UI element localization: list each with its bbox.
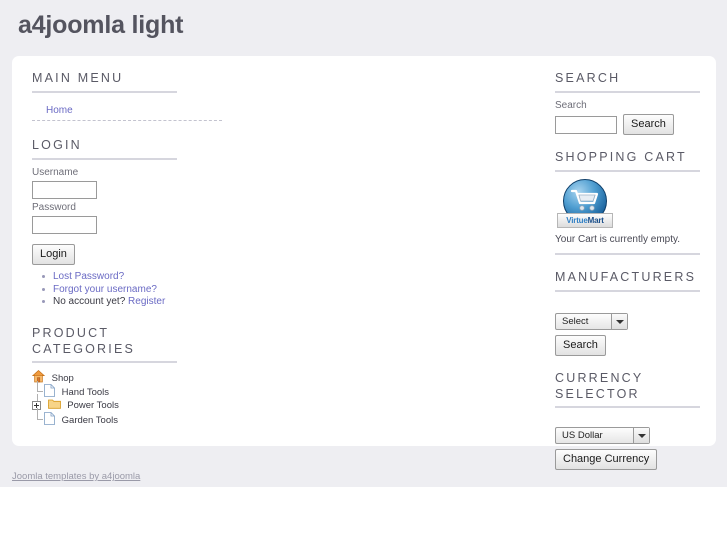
- forgot-username-link[interactable]: Forgot your username?: [53, 284, 157, 295]
- main-menu-list: Home: [32, 100, 222, 121]
- login-links-list: Lost Password? Forgot your username? No …: [32, 271, 222, 309]
- search-row: Search: [555, 114, 715, 135]
- category-tree: Shop Hand Tools Power Tools Garden Tools: [31, 369, 222, 426]
- right-sidebar: SEARCH Search Search SHOPPING CART Virtu…: [555, 70, 715, 484]
- manufacturer-select-value: Select: [562, 316, 589, 327]
- login-title: LOGIN: [32, 138, 82, 152]
- username-input[interactable]: [32, 181, 97, 199]
- register-prefix-text: No account yet?: [53, 296, 126, 307]
- content-container: MAIN MENU Home LOGIN Username Password L…: [12, 56, 716, 470]
- main-menu-title: MAIN MENU: [32, 71, 124, 85]
- virtuemart-wordmark-mart: Mart: [587, 216, 604, 225]
- list-item-forgot-username[interactable]: Forgot your username?: [42, 284, 222, 297]
- lost-password-link[interactable]: Lost Password?: [53, 271, 124, 282]
- cart-bottom-divider: [555, 253, 700, 255]
- virtuemart-wordmark: VirtueMart: [557, 213, 613, 228]
- main-menu-divider: [32, 91, 177, 93]
- module-manufacturers: MANUFACTURERS Select Search: [555, 269, 715, 356]
- manufacturer-select[interactable]: Select: [555, 313, 628, 330]
- tree-line: [37, 418, 43, 420]
- password-input[interactable]: [32, 216, 97, 234]
- login-divider: [32, 158, 177, 160]
- tree-label: Power Tools: [67, 399, 119, 411]
- tree-label: Garden Tools: [61, 414, 118, 426]
- site-footer: Joomla templates by a4joomla: [0, 465, 727, 487]
- site-title: a4joomla light: [18, 11, 184, 39]
- search-label: Search: [555, 100, 587, 111]
- tree-row[interactable]: Shop: [31, 369, 222, 384]
- shopping-cart-title: SHOPPING CART: [555, 150, 687, 164]
- menu-item-home[interactable]: Home: [32, 100, 222, 121]
- module-search: SEARCH Search Search: [555, 70, 715, 135]
- product-categories-title: PRODUCT CATEGORIES: [32, 325, 136, 356]
- tree-line: [37, 380, 38, 391]
- cart-empty-message: Your Cart is currently empty.: [555, 234, 681, 245]
- site-header: a4joomla light: [0, 0, 727, 56]
- virtuemart-wordmark-virtue: Virtue: [566, 216, 588, 225]
- module-currency-selector: CURRENCY SELECTOR US Dollar Change Curre…: [555, 370, 715, 470]
- password-label: Password: [32, 202, 76, 213]
- module-login: LOGIN Username Password Login Lost Passw…: [32, 137, 222, 309]
- tree-row[interactable]: Power Tools: [32, 393, 222, 412]
- file-icon: [44, 411, 55, 430]
- currency-selector-divider: [555, 406, 700, 408]
- shopping-cart-icon: [570, 189, 599, 211]
- search-input[interactable]: [555, 115, 617, 134]
- login-button[interactable]: Login: [32, 244, 75, 265]
- module-product-categories: PRODUCT CATEGORIES Shop Hand Tools Power…: [31, 325, 222, 426]
- register-link[interactable]: Register: [128, 296, 165, 307]
- chevron-down-icon[interactable]: [611, 314, 627, 329]
- list-item-lost-password[interactable]: Lost Password?: [42, 271, 222, 284]
- search-divider: [555, 91, 700, 93]
- footer-credit-link[interactable]: Joomla templates by a4joomla: [12, 471, 140, 482]
- username-label: Username: [32, 167, 79, 178]
- chevron-down-icon[interactable]: [633, 428, 649, 443]
- tree-row[interactable]: Hand Tools: [32, 380, 222, 398]
- currency-select[interactable]: US Dollar: [555, 427, 650, 444]
- shopping-cart-divider: [555, 170, 700, 172]
- menu-link-home[interactable]: Home: [32, 105, 73, 117]
- list-item-register[interactable]: No account yet? Register: [42, 296, 222, 309]
- tree-line: [37, 407, 38, 419]
- module-main-menu: MAIN MENU Home: [32, 70, 222, 121]
- left-sidebar: MAIN MENU Home LOGIN Username Password L…: [31, 70, 222, 440]
- module-shopping-cart: SHOPPING CART VirtueMart Your Cart is cu…: [555, 149, 715, 255]
- search-button[interactable]: Search: [623, 114, 674, 135]
- manufacturer-search-button[interactable]: Search: [555, 335, 606, 356]
- page-root: a4joomla light MAIN MENU Home LOGIN User…: [0, 0, 727, 545]
- tree-row[interactable]: Garden Tools: [32, 407, 222, 426]
- manufacturers-divider: [555, 290, 700, 292]
- product-categories-divider: [32, 360, 177, 363]
- currency-selector-title: CURRENCY SELECTOR: [555, 371, 644, 401]
- tree-line: [37, 390, 43, 392]
- currency-select-value: US Dollar: [562, 430, 603, 441]
- search-title: SEARCH: [555, 71, 621, 85]
- virtuemart-logo: VirtueMart: [557, 179, 613, 231]
- manufacturers-title: MANUFACTURERS: [555, 270, 697, 284]
